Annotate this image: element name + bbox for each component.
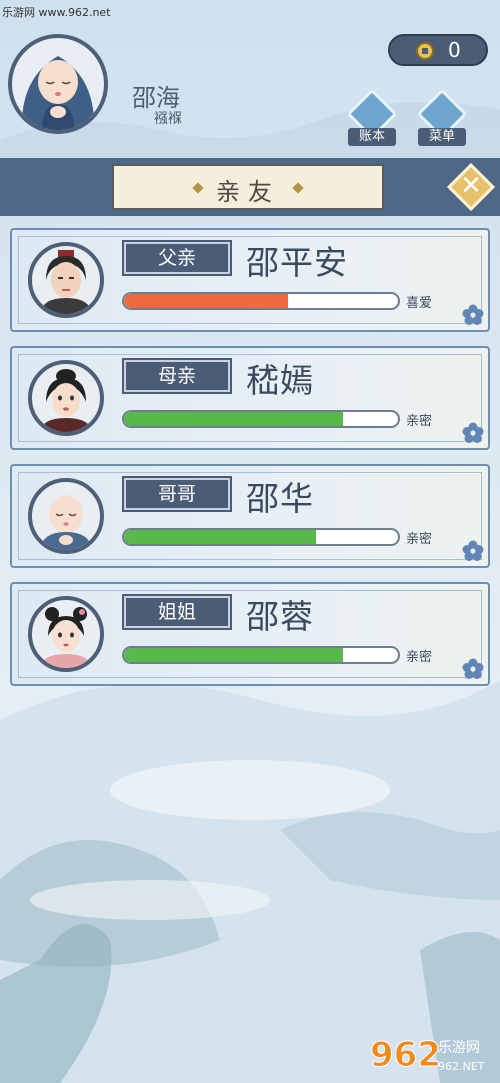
menu-button[interactable]: 菜单 bbox=[416, 88, 468, 150]
affection-status: 亲密 bbox=[406, 414, 433, 429]
relation-label: 姐姐 bbox=[122, 594, 232, 630]
close-button[interactable]: ✕ bbox=[446, 162, 496, 212]
relative-name: 邵华 bbox=[246, 479, 314, 518]
relative-card-father[interactable]: 父亲 邵平安 喜爱 bbox=[10, 228, 490, 332]
affection-status: 亲密 bbox=[406, 650, 433, 665]
affection-bar-fill bbox=[124, 530, 316, 544]
affection-bar-fill bbox=[124, 412, 344, 426]
affection-status: 喜爱 bbox=[406, 296, 433, 311]
currency-display: 0 bbox=[388, 34, 488, 66]
player-avatar[interactable] bbox=[8, 34, 108, 134]
affection-status: 亲密 bbox=[406, 532, 433, 547]
affection-bar bbox=[122, 292, 400, 310]
relative-name: 邵蓉 bbox=[246, 597, 314, 636]
relative-name: 嵇嫣 bbox=[246, 361, 314, 400]
watermark-top: 乐游网 www.962.net bbox=[2, 6, 111, 19]
watermark-logo-text: 962 bbox=[370, 1035, 441, 1075]
player-portrait-icon bbox=[21, 56, 95, 130]
flower-icon bbox=[462, 658, 484, 679]
flower-icon bbox=[462, 540, 484, 561]
relative-card-mother[interactable]: 母亲 嵇嫣 亲密 bbox=[10, 346, 490, 450]
close-icon: ✕ bbox=[460, 171, 482, 201]
ledger-button-label: 账本 bbox=[348, 128, 396, 146]
relative-avatar-mother bbox=[28, 360, 104, 436]
coin-icon bbox=[416, 42, 434, 60]
relation-label: 父亲 bbox=[122, 240, 232, 276]
watermark-caption: 乐游网 bbox=[438, 1040, 480, 1056]
relative-avatar-elder-sister bbox=[28, 596, 104, 672]
ledger-button[interactable]: 账本 bbox=[346, 88, 398, 150]
affection-bar bbox=[122, 528, 400, 546]
affection-bar bbox=[122, 410, 400, 428]
flower-icon bbox=[462, 304, 484, 325]
relation-label: 母亲 bbox=[122, 358, 232, 394]
relative-card-elder-sister[interactable]: 姐姐 邵蓉 亲密 bbox=[10, 582, 490, 686]
watermark-logo: 962 乐游网 962.NET bbox=[370, 1035, 485, 1076]
affection-bar-fill bbox=[124, 648, 344, 662]
relative-avatar-elder-brother bbox=[28, 478, 104, 554]
watermark-url: 962.NET bbox=[438, 1060, 485, 1073]
coin-count: 0 bbox=[448, 38, 461, 62]
title-plate: 亲友 bbox=[112, 164, 384, 210]
flower-icon bbox=[462, 422, 484, 443]
menu-button-label: 菜单 bbox=[418, 128, 466, 146]
player-age-stage: 襁褓 bbox=[154, 111, 182, 127]
relation-label: 哥哥 bbox=[122, 476, 232, 512]
relative-name: 邵平安 bbox=[246, 243, 348, 282]
page-title: 亲友 bbox=[216, 178, 280, 206]
affection-bar-fill bbox=[124, 294, 289, 308]
affection-bar bbox=[122, 646, 400, 664]
relative-card-elder-brother[interactable]: 哥哥 邵华 亲密 bbox=[10, 464, 490, 568]
relative-avatar-father bbox=[28, 242, 104, 318]
